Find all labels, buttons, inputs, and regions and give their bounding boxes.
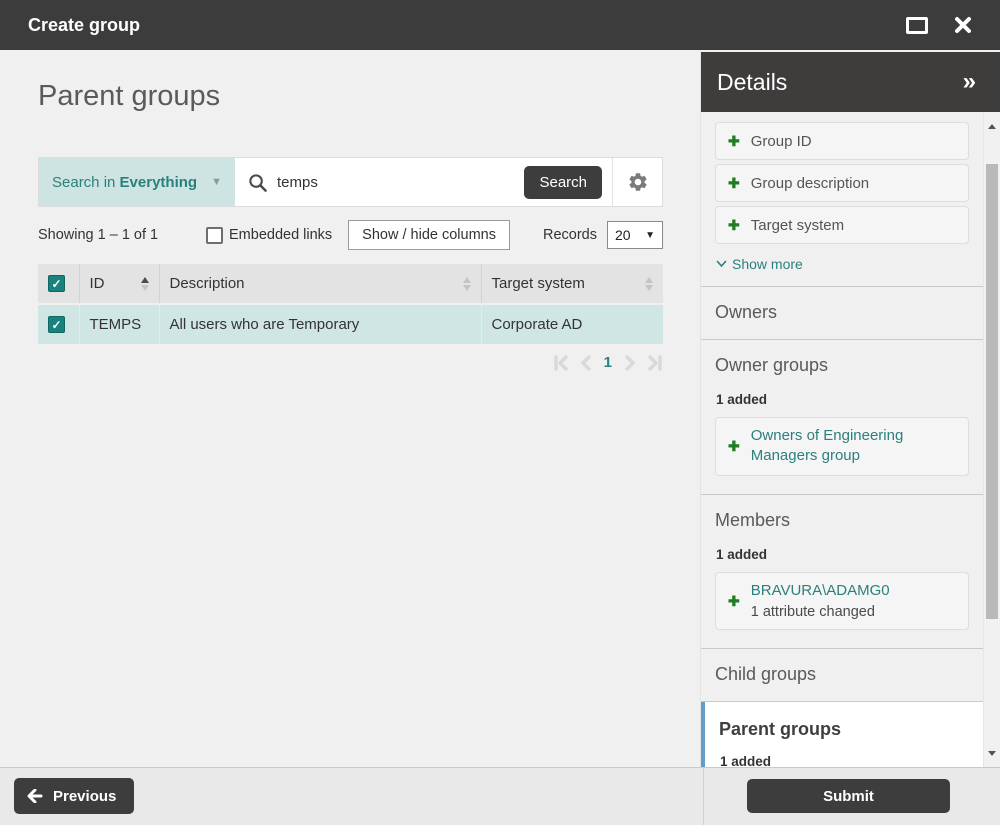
table-header-row: ✓ ID Description Target system xyxy=(38,264,663,304)
search-icon xyxy=(248,173,267,192)
chevron-down-icon: ▼ xyxy=(211,176,222,188)
section-members: Members xyxy=(715,510,983,547)
select-all-checkbox[interactable]: ✓ xyxy=(48,275,65,292)
page-title: Parent groups xyxy=(38,80,700,113)
main-content: Parent groups Search in Everything ▼ tem… xyxy=(0,50,700,767)
sort-icon[interactable] xyxy=(645,277,653,291)
search-scope-dropdown[interactable]: Search in Everything ▼ xyxy=(39,158,235,206)
table-row[interactable]: ✓ TEMPS All users who are Temporary Corp… xyxy=(38,304,663,344)
show-more-link[interactable]: Show more xyxy=(716,256,983,272)
cell-id: TEMPS xyxy=(79,304,159,344)
next-page-icon[interactable] xyxy=(624,355,637,371)
search-input[interactable]: temps xyxy=(235,158,525,206)
plus-icon: ✚ xyxy=(728,439,740,453)
embedded-links-checkbox[interactable]: Embedded links xyxy=(206,227,332,244)
chevron-down-icon: ▼ xyxy=(645,230,655,241)
details-panel-header[interactable]: Details » xyxy=(701,52,1000,112)
showing-count: Showing 1 – 1 of 1 xyxy=(38,227,206,243)
page-number[interactable]: 1 xyxy=(601,354,615,371)
records-value: 20 xyxy=(615,227,631,243)
details-title: Details xyxy=(717,69,787,96)
section-divider xyxy=(701,339,983,340)
section-owner-groups: Owner groups xyxy=(715,355,983,392)
arrow-left-icon xyxy=(27,789,43,803)
search-scope-value: Everything xyxy=(120,174,198,191)
collapse-panel-icon[interactable]: » xyxy=(963,70,976,94)
scroll-up-icon[interactable] xyxy=(984,118,1000,134)
records-select[interactable]: 20 ▼ xyxy=(607,221,663,249)
search-settings-button[interactable] xyxy=(612,158,662,206)
attribute-group-description[interactable]: ✚ Group description xyxy=(715,164,969,202)
results-controls: Showing 1 – 1 of 1 Embedded links Show /… xyxy=(38,220,663,250)
cell-description: All users who are Temporary xyxy=(159,304,481,344)
last-page-icon[interactable] xyxy=(646,355,663,371)
section-parent-groups-active[interactable]: Parent groups 1 added xyxy=(701,702,983,768)
member-item[interactable]: ✚ BRAVURA\ADAMG0 1 attribute changed xyxy=(715,572,969,630)
scrollbar-thumb[interactable] xyxy=(986,164,998,619)
section-divider xyxy=(701,494,983,495)
previous-page-icon[interactable] xyxy=(579,355,592,371)
attribute-target-system[interactable]: ✚ Target system xyxy=(715,206,969,244)
parent-groups-count: 1 added xyxy=(720,754,983,768)
checkbox-unchecked-icon[interactable] xyxy=(206,227,223,244)
cell-target-system: Corporate AD xyxy=(481,304,663,344)
details-panel: Details » ✚ Group ID ✚ Group description… xyxy=(700,50,1000,767)
owner-group-link[interactable]: Owners of Engineering Managers group xyxy=(751,426,956,467)
plus-icon: ✚ xyxy=(728,594,740,608)
sort-icon[interactable] xyxy=(141,277,149,291)
member-attribute-note: 1 attribute changed xyxy=(751,604,890,620)
owner-group-item[interactable]: ✚ Owners of Engineering Managers group xyxy=(715,417,969,476)
row-checkbox[interactable]: ✓ xyxy=(48,316,65,333)
member-link[interactable]: BRAVURA\ADAMG0 xyxy=(751,581,890,601)
footer-divider xyxy=(703,768,704,825)
column-header-description[interactable]: Description xyxy=(159,264,481,304)
members-count: 1 added xyxy=(716,547,983,562)
gear-icon xyxy=(627,171,649,193)
chevron-down-icon xyxy=(716,260,727,268)
search-button[interactable]: Search xyxy=(524,166,602,199)
dialog-title: Create group xyxy=(28,15,140,36)
attribute-group-id[interactable]: ✚ Group ID xyxy=(715,122,969,160)
previous-button[interactable]: Previous xyxy=(14,778,134,814)
parent-groups-title: Parent groups xyxy=(719,719,983,754)
search-bar: Search in Everything ▼ temps Search xyxy=(38,157,663,207)
section-divider xyxy=(701,286,983,287)
close-icon[interactable] xyxy=(954,16,972,34)
details-scroll-area: ✚ Group ID ✚ Group description ✚ Target … xyxy=(701,112,983,767)
footer: Previous Submit xyxy=(0,767,1000,825)
sidebar-scrollbar[interactable] xyxy=(983,112,1000,767)
pagination: 1 xyxy=(38,354,663,371)
create-group-dialog: Create group Parent groups Search in Eve… xyxy=(0,0,1000,825)
sort-icon[interactable] xyxy=(463,277,471,291)
scroll-down-icon[interactable] xyxy=(984,745,1000,761)
titlebar: Create group xyxy=(0,0,1000,50)
maximize-icon[interactable] xyxy=(906,17,928,34)
column-header-id[interactable]: ID xyxy=(79,264,159,304)
results-table: ✓ ID Description Target system xyxy=(38,264,663,344)
search-query-text: temps xyxy=(277,174,318,191)
section-divider xyxy=(701,648,983,649)
show-hide-columns-button[interactable]: Show / hide columns xyxy=(348,220,510,250)
section-owners: Owners xyxy=(715,302,983,339)
plus-icon: ✚ xyxy=(728,176,740,190)
owner-groups-count: 1 added xyxy=(716,392,983,407)
submit-button[interactable]: Submit xyxy=(747,779,950,813)
records-label: Records xyxy=(543,227,597,243)
section-child-groups: Child groups xyxy=(715,664,983,701)
column-header-target-system[interactable]: Target system xyxy=(481,264,663,304)
embedded-links-label: Embedded links xyxy=(229,227,332,243)
search-scope-prefix: Search in xyxy=(52,174,120,191)
first-page-icon[interactable] xyxy=(553,355,570,371)
plus-icon: ✚ xyxy=(728,134,740,148)
plus-icon: ✚ xyxy=(728,218,740,232)
